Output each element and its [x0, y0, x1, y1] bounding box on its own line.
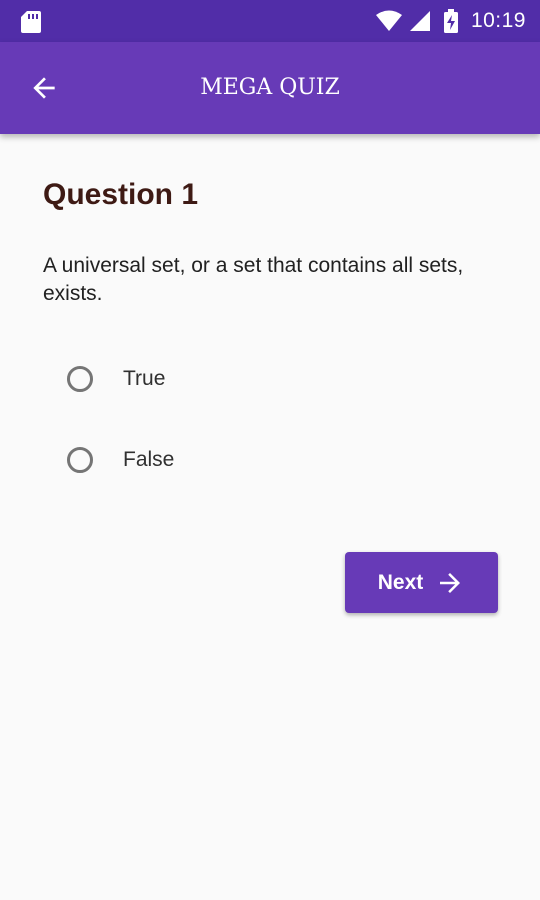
- status-bar: 10:19: [0, 0, 540, 42]
- option-false[interactable]: False: [62, 438, 362, 482]
- question-text: A universal set, or a set that contains …: [43, 254, 464, 305]
- arrow-forward-icon: [440, 572, 461, 593]
- app-title: MEGA QUIZ: [200, 75, 340, 100]
- status-icons: 10:19: [375, 0, 526, 42]
- radio-false[interactable]: [67, 447, 93, 473]
- option-false-label: False: [123, 448, 175, 471]
- wifi-icon: [375, 10, 402, 31]
- next-button[interactable]: Next: [345, 552, 498, 613]
- question-title: Question 1: [43, 178, 199, 211]
- option-true[interactable]: True: [62, 357, 362, 401]
- option-true-label: True: [123, 367, 166, 390]
- radio-true[interactable]: [67, 366, 93, 392]
- signal-icon: [409, 11, 430, 31]
- battery-charging-icon: [443, 9, 458, 33]
- sd-card-icon: [21, 11, 41, 33]
- next-button-label: Next: [377, 570, 424, 594]
- app-bar: MEGA QUIZ: [0, 42, 540, 134]
- status-time: 10:19: [470, 9, 526, 32]
